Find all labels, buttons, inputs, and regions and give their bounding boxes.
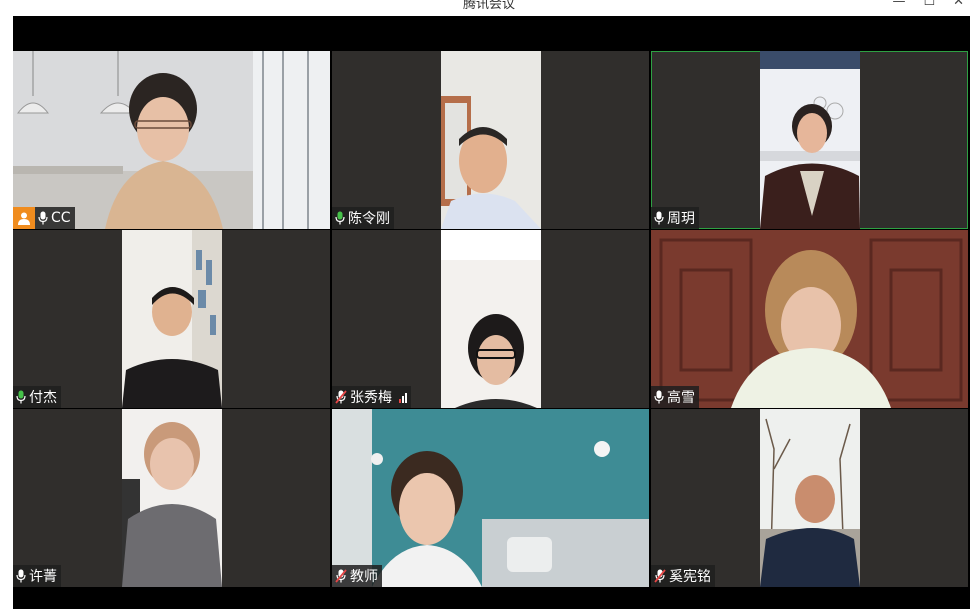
participant-name: 付杰 (29, 390, 57, 406)
video-feed (122, 230, 222, 408)
participant-nametag: 付杰 (13, 386, 61, 408)
microphone-icon[interactable] (16, 569, 26, 583)
app-title: 腾讯会议 (462, 0, 515, 12)
host-badge (13, 207, 35, 229)
video-tile-fujie[interactable]: 付杰 (13, 230, 330, 408)
participant-name: 周玥 (667, 211, 695, 227)
header-strip (13, 16, 970, 51)
title-bar: 腾讯会议 — ☐ ✕ (0, 0, 978, 14)
microphone-icon[interactable] (654, 390, 664, 404)
microphone-icon[interactable] (654, 211, 664, 225)
video-tile-xujing[interactable]: 许菁 (13, 409, 330, 587)
video-tile-zhangxiumei[interactable]: 张秀梅 (332, 230, 649, 408)
microphone-icon[interactable] (38, 211, 48, 225)
participant-nametag: 奚宪铭 (651, 565, 715, 587)
video-grid: CC 陈令刚 周玥 付杰 张秀梅 高雪 许菁 教师 奚宪铭 (13, 51, 970, 588)
video-tile-cc[interactable]: CC (13, 51, 330, 229)
close-button[interactable]: ✕ (953, 0, 964, 9)
participant-nametag: 陈令刚 (332, 207, 394, 229)
video-tile-zhouyue[interactable]: 周玥 (651, 51, 968, 229)
video-feed (441, 230, 541, 408)
participant-nametag: 许菁 (13, 565, 61, 587)
participant-nametag: CC (35, 207, 75, 229)
participant-name: 高雪 (667, 390, 695, 406)
video-feed (13, 51, 330, 229)
video-tile-teacher[interactable]: 教师 (332, 409, 649, 587)
signal-strength-icon (399, 391, 407, 403)
video-feed (651, 230, 968, 408)
video-feed (122, 409, 222, 587)
video-tile-xixianming[interactable]: 奚宪铭 (651, 409, 968, 587)
participant-nametag: 张秀梅 (332, 386, 411, 408)
microphone-muted-icon[interactable] (335, 390, 347, 404)
meeting-stage: CC 陈令刚 周玥 付杰 张秀梅 高雪 许菁 教师 奚宪铭 (13, 16, 970, 609)
microphone-icon[interactable] (335, 211, 345, 225)
participant-name: 许菁 (29, 569, 57, 585)
video-feed (441, 51, 541, 229)
participant-nametag: 周玥 (651, 207, 699, 229)
participant-name: 张秀梅 (350, 390, 392, 406)
video-tile-gaoxue[interactable]: 高雪 (651, 230, 968, 408)
footer-strip (13, 588, 970, 609)
video-tile-chenlinggang[interactable]: 陈令刚 (332, 51, 649, 229)
video-feed (760, 51, 860, 229)
participant-name: CC (51, 210, 71, 226)
participant-nametag: 高雪 (651, 386, 699, 408)
microphone-muted-icon[interactable] (335, 569, 347, 583)
maximize-button[interactable]: ☐ (923, 0, 935, 9)
participant-name: 陈令刚 (348, 211, 390, 227)
participant-nametag: 教师 (332, 565, 382, 587)
participant-name: 教师 (350, 569, 378, 585)
video-feed (760, 409, 860, 587)
video-feed (332, 409, 649, 587)
window-controls: — ☐ ✕ (892, 0, 964, 9)
minimize-button[interactable]: — (892, 0, 905, 9)
participant-name: 奚宪铭 (669, 569, 711, 585)
microphone-muted-icon[interactable] (654, 569, 666, 583)
user-icon (18, 212, 30, 225)
microphone-icon[interactable] (16, 390, 26, 404)
